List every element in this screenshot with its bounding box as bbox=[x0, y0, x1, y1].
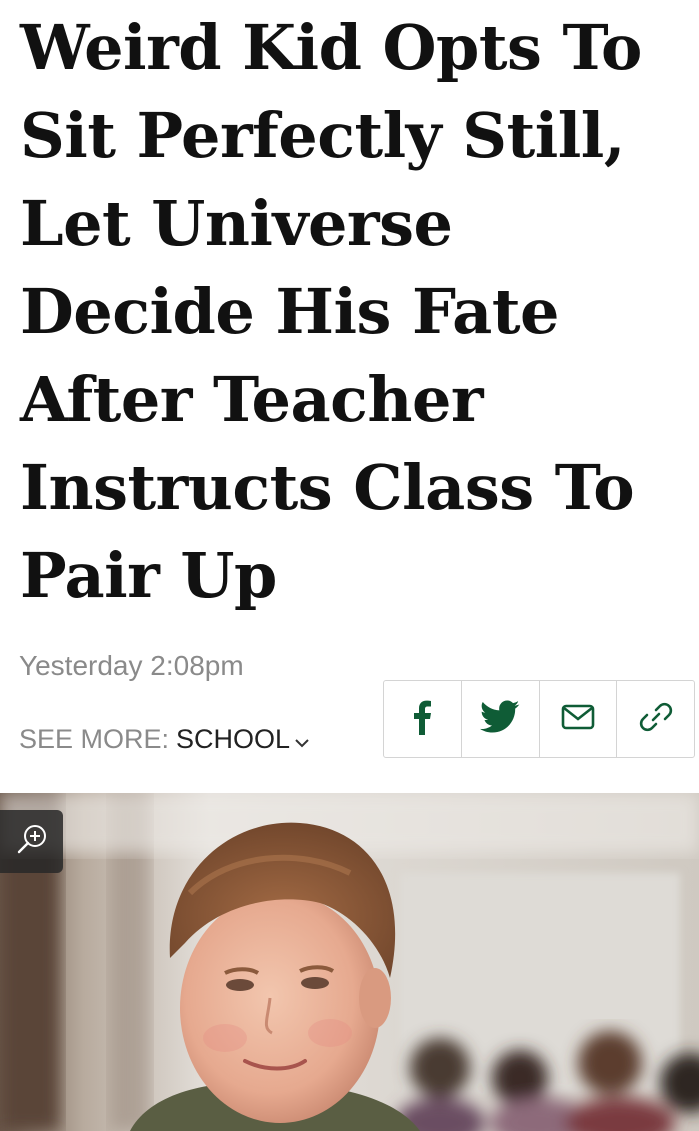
chevron-down-icon bbox=[294, 725, 310, 756]
link-icon bbox=[639, 700, 673, 739]
article-timestamp: Yesterday 2:08pm bbox=[19, 650, 244, 681]
share-twitter-button[interactable] bbox=[462, 681, 540, 757]
topic-label: SCHOOL bbox=[176, 723, 291, 754]
share-facebook-button[interactable] bbox=[384, 681, 462, 757]
facebook-icon bbox=[412, 699, 432, 740]
share-bar bbox=[383, 680, 695, 758]
boy-in-classroom-image bbox=[0, 793, 699, 1131]
copy-link-button[interactable] bbox=[617, 681, 694, 757]
article-headline: Weird Kid Opts To Sit Perfectly Still, L… bbox=[20, 11, 642, 612]
zoom-image-button[interactable] bbox=[0, 810, 63, 873]
twitter-icon bbox=[480, 700, 520, 739]
email-icon bbox=[561, 704, 595, 735]
article-photo[interactable] bbox=[0, 793, 699, 1131]
share-email-button[interactable] bbox=[540, 681, 618, 757]
see-more-label: SEE MORE: bbox=[19, 723, 170, 754]
zoom-in-icon bbox=[15, 822, 49, 861]
see-more-topic[interactable]: SEE MORE: SCHOOL bbox=[19, 722, 310, 756]
